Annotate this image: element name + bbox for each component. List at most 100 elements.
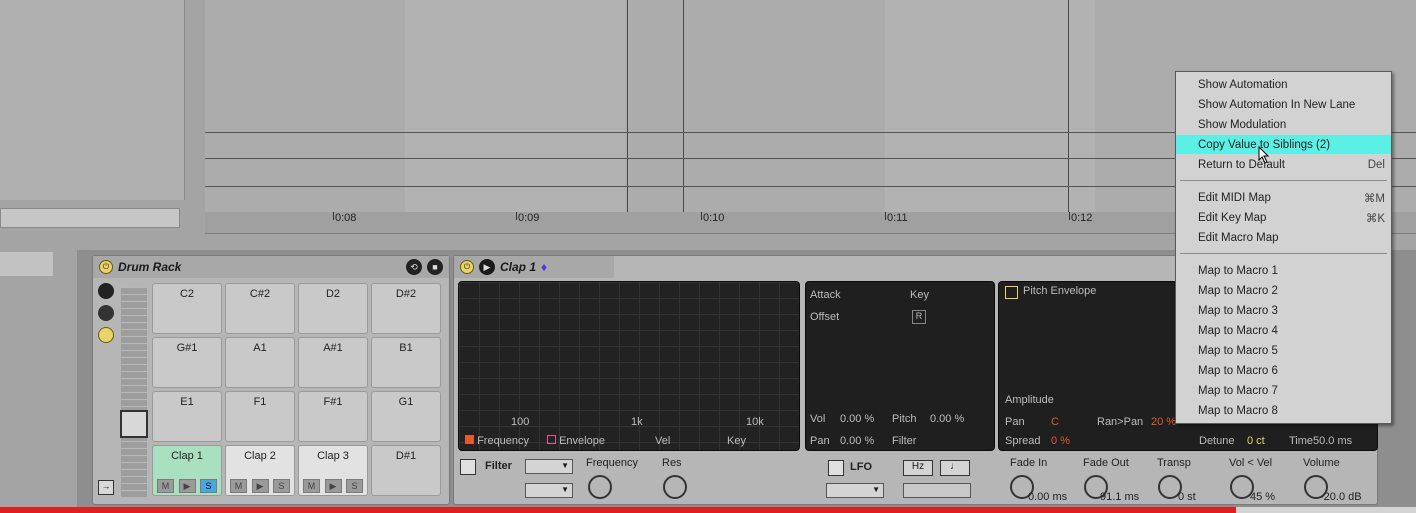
lfo-shape-dropdown[interactable] xyxy=(826,483,884,498)
drum-pad[interactable]: C#2 xyxy=(225,283,295,334)
solo-button[interactable]: S xyxy=(200,479,217,493)
menu-item-label: Edit MIDI Map xyxy=(1198,191,1271,204)
drum-pad[interactable]: A1 xyxy=(225,337,295,388)
menu-item-map-to-macro-3[interactable]: Map to Macro 3 xyxy=(1176,301,1391,320)
pan-value[interactable]: 0.00 % xyxy=(840,435,874,447)
clap-title-bar[interactable]: ⏻ ▶ Clap 1 ♦ xyxy=(454,256,614,278)
vol-vel-label: Vol < Vel xyxy=(1229,457,1273,469)
menu-item-show-modulation[interactable]: Show Modulation xyxy=(1176,115,1391,134)
menu-item-label: Return to Default xyxy=(1198,158,1285,171)
key-tab[interactable]: Key xyxy=(727,435,746,447)
drum-rack-title-bar[interactable]: ⏻ Drum Rack ⟲ ■ xyxy=(93,256,449,278)
pad-label: F1 xyxy=(253,396,267,408)
lfo-rate-field[interactable] xyxy=(903,483,971,498)
hz-button[interactable]: Hz xyxy=(903,460,933,476)
menu-item-edit-macro-map[interactable]: Edit Macro Map xyxy=(1176,228,1391,247)
ranpan-value[interactable]: 20 % xyxy=(1151,416,1176,428)
menu-item-edit-midi-map[interactable]: Edit MIDI Map ⌘M xyxy=(1176,188,1391,207)
drum-pad[interactable]: G1 xyxy=(371,391,441,442)
menu-item-show-automation-new-lane[interactable]: Show Automation In New Lane xyxy=(1176,95,1391,114)
play-icon[interactable]: ▶ xyxy=(479,259,495,275)
filter-type-dropdown[interactable] xyxy=(525,459,573,474)
drum-pad[interactable]: D2 xyxy=(298,283,368,334)
menu-item-map-to-macro-5[interactable]: Map to Macro 5 xyxy=(1176,341,1391,360)
time-value[interactable]: 50.0 ms xyxy=(1313,435,1352,447)
filter-spectrum-display[interactable]: 100 1k 10k Frequency Envelope Vel Key xyxy=(458,281,800,451)
drum-pad[interactable]: Clap 2 M ▶ S xyxy=(225,445,295,496)
menu-item-label: Show Automation In New Lane xyxy=(1198,98,1356,111)
offset-label[interactable]: Offset xyxy=(810,311,839,323)
drum-pad[interactable]: G#1 xyxy=(152,337,222,388)
menu-item-map-to-macro-8[interactable]: Map to Macro 8 xyxy=(1176,401,1391,420)
hot-swap-icon[interactable]: ⟲ xyxy=(406,259,422,275)
drum-pad[interactable]: D#2 xyxy=(371,283,441,334)
mute-button[interactable]: M xyxy=(230,479,247,493)
menu-item-map-to-macro-7[interactable]: Map to Macro 7 xyxy=(1176,381,1391,400)
mute-button[interactable]: M xyxy=(157,479,174,493)
pad-label: E1 xyxy=(180,396,194,408)
drum-pad[interactable]: F1 xyxy=(225,391,295,442)
pitch-envelope-toggle[interactable] xyxy=(1005,286,1018,299)
power-icon[interactable]: ⏻ xyxy=(99,260,113,274)
menu-item-map-to-macro-6[interactable]: Map to Macro 6 xyxy=(1176,361,1391,380)
drum-pad[interactable]: Clap 3 M ▶ S xyxy=(298,445,368,496)
save-preset-icon[interactable]: ■ xyxy=(427,259,443,275)
show-macro-icon[interactable] xyxy=(98,305,114,321)
pitch-value[interactable]: 0.00 % xyxy=(930,413,964,425)
drum-pad[interactable]: F#1 xyxy=(298,391,368,442)
fade-out-value: 91.1 ms xyxy=(1100,491,1140,503)
envelope-tab[interactable]: Envelope xyxy=(547,435,605,447)
menu-item-return-to-default[interactable]: Return to Default Del xyxy=(1176,155,1391,174)
drum-pad[interactable]: B1 xyxy=(371,337,441,388)
grid-line xyxy=(627,0,628,212)
pad-label: G1 xyxy=(398,396,414,408)
solo-button[interactable]: S xyxy=(346,479,363,493)
menu-item-map-to-macro-2[interactable]: Map to Macro 2 xyxy=(1176,281,1391,300)
frequency-tab[interactable]: Frequency xyxy=(465,435,529,447)
play-icon[interactable]: ▶ xyxy=(324,479,342,493)
frequency-knob[interactable] xyxy=(588,475,612,499)
pad-overview[interactable] xyxy=(121,287,147,497)
filter-slope-dropdown[interactable] xyxy=(525,483,573,498)
sync-note-button[interactable]: ♩ xyxy=(940,460,970,476)
pan-value[interactable]: C xyxy=(1051,416,1059,428)
video-progress-fill xyxy=(0,507,1237,513)
freq-axis-label: 100 xyxy=(511,416,530,428)
detune-value[interactable]: 0 ct xyxy=(1247,435,1265,447)
vol-value[interactable]: 0.00 % xyxy=(840,413,874,425)
play-icon[interactable]: ▶ xyxy=(178,479,196,493)
menu-item-map-to-macro-4[interactable]: Map to Macro 4 xyxy=(1176,321,1391,340)
attack-label[interactable]: Attack xyxy=(810,289,841,301)
show-chain-icon[interactable] xyxy=(98,283,114,299)
lfo-toggle[interactable] xyxy=(828,460,844,476)
drum-pad[interactable]: D#1 xyxy=(371,445,441,496)
playhead-line xyxy=(683,0,684,212)
shortcut-label: Del xyxy=(1367,158,1385,171)
mute-button[interactable]: M xyxy=(303,479,320,493)
vel-tab[interactable]: Vel xyxy=(655,435,670,447)
drum-pad[interactable]: A#1 xyxy=(298,337,368,388)
play-icon[interactable]: ▶ xyxy=(251,479,269,493)
key-button[interactable]: R xyxy=(912,310,926,324)
collapse-icon[interactable]: → xyxy=(98,480,114,495)
pad-overview-selection[interactable] xyxy=(120,410,148,438)
fade-in-value: 0.00 ms xyxy=(1028,491,1068,503)
menu-item-edit-key-map[interactable]: Edit Key Map ⌘K xyxy=(1176,208,1391,227)
track-scroll-strip[interactable] xyxy=(0,208,180,228)
menu-item-copy-value-to-siblings[interactable]: Copy Value to Siblings (2) xyxy=(1176,135,1391,154)
drum-pad[interactable]: E1 xyxy=(152,391,222,442)
pan-label: Pan xyxy=(810,435,830,447)
show-pads-icon[interactable] xyxy=(98,327,114,343)
filter-toggle[interactable] xyxy=(460,459,476,475)
spread-value[interactable]: 0 % xyxy=(1051,435,1070,447)
menu-item-show-automation[interactable]: Show Automation xyxy=(1176,75,1391,94)
solo-button[interactable]: S xyxy=(273,479,290,493)
drum-pad[interactable]: C2 xyxy=(152,283,222,334)
drum-pad-selected[interactable]: Clap 1 M ▶ S xyxy=(152,445,222,496)
volume-label: Volume xyxy=(1303,457,1340,469)
res-knob[interactable] xyxy=(663,475,687,499)
clip-region xyxy=(885,0,1095,212)
power-icon[interactable]: ⏻ xyxy=(460,260,474,274)
menu-item-label: Show Automation xyxy=(1198,78,1288,91)
menu-item-map-to-macro-1[interactable]: Map to Macro 1 xyxy=(1176,261,1391,280)
